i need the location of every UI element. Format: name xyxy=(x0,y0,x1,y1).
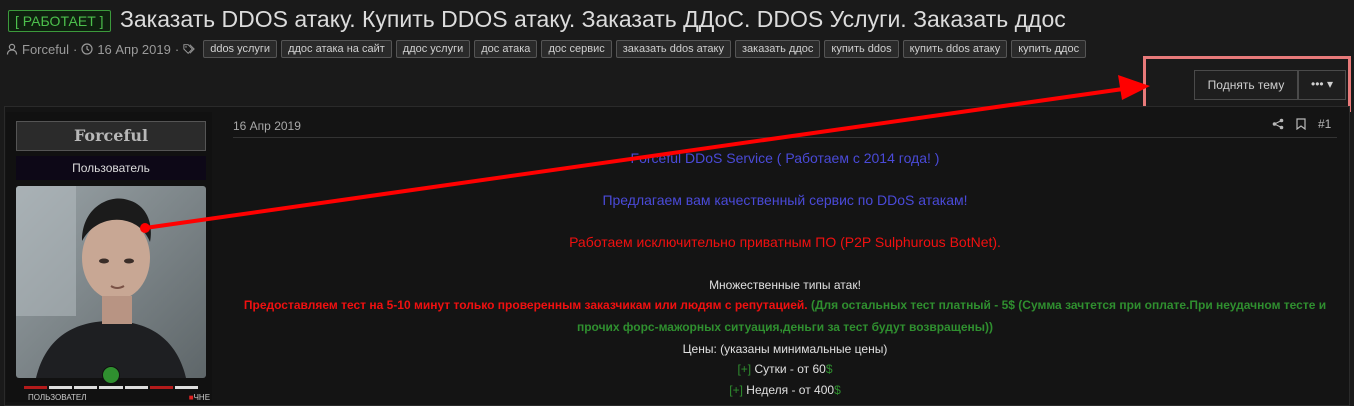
clock-icon xyxy=(81,43,93,55)
price-text: Сутки - от 60 xyxy=(751,362,826,376)
post-line: Множественные типы атак! xyxy=(709,278,861,292)
post-line: прочих форс-мажорных ситуация,деньги за … xyxy=(576,320,994,334)
userbar xyxy=(24,386,198,389)
user-icon xyxy=(6,43,18,55)
meta-separator: · xyxy=(174,41,180,57)
price-currency: $ xyxy=(825,362,833,376)
tag[interactable]: дос сервис xyxy=(541,40,612,58)
tag[interactable]: дос атака xyxy=(474,40,538,58)
price-text: Неделя - от 400 xyxy=(742,383,835,397)
online-status-icon xyxy=(102,366,120,384)
post-tools: #1 xyxy=(1272,117,1331,131)
tags-icon xyxy=(183,44,196,54)
share-icon[interactable] xyxy=(1272,118,1284,130)
tag[interactable]: купить ddos xyxy=(824,40,899,58)
post-line: Цены: (указаны минимальные цены) xyxy=(682,342,888,356)
more-dots-icon: ••• xyxy=(1311,77,1324,91)
user-title: Пользователь xyxy=(16,156,206,180)
post-line: Предлагаем вам качественный сервис по DD… xyxy=(602,192,968,208)
thread-meta: Forceful · 16 Апр 2019 · ddos услуги ддо… xyxy=(6,40,1087,58)
price-line: [+] Сутки - от 60$ xyxy=(233,362,1337,376)
post-number[interactable]: #1 xyxy=(1318,117,1331,131)
thread-date[interactable]: 16 Апр 2019 xyxy=(97,42,171,57)
tag[interactable]: ddos услуги xyxy=(203,40,278,58)
meta-separator: · xyxy=(72,41,78,57)
price-bullet: [+] xyxy=(737,362,752,376)
post-line-green: (Для остальных тест платный - 5$ (Сумма … xyxy=(807,298,1327,312)
avatar[interactable] xyxy=(16,186,206,378)
chevron-down-icon: ▾ xyxy=(1326,77,1333,91)
tag[interactable]: заказать ddos атаку xyxy=(615,40,731,58)
post-username[interactable]: Forceful xyxy=(16,121,206,151)
tag-list: ddos услуги ддос атака на сайт ддос услу… xyxy=(203,40,1087,58)
price-line: [+] Неделя - от 400$ xyxy=(233,383,1337,397)
price-bullet: [+] xyxy=(729,383,743,397)
page-title: Заказать DDOS атаку. Купить DDOS атаку. … xyxy=(120,6,1066,32)
price-currency: $ xyxy=(834,383,841,397)
divider xyxy=(233,137,1337,138)
tag[interactable]: купить ддос xyxy=(1011,40,1087,58)
bookmark-icon[interactable] xyxy=(1296,118,1306,130)
tag[interactable]: ддос услуги xyxy=(395,40,471,58)
thread-author[interactable]: Forceful xyxy=(22,42,69,57)
tag[interactable]: купить ddos атаку xyxy=(902,40,1008,58)
more-actions-button[interactable]: ••• ▾ xyxy=(1298,70,1346,100)
bump-thread-button[interactable]: Поднять тему xyxy=(1194,70,1298,100)
status-badge: [ РАБОТАЕТ ] xyxy=(8,10,111,32)
post-line: Работаем исключительно приватным ПО (P2P… xyxy=(569,234,1001,250)
avatar-photo xyxy=(16,186,206,378)
post-date[interactable]: 16 Апр 2019 xyxy=(233,119,301,133)
post-line: Предоставляем тест на 5-10 минут только … xyxy=(233,298,1337,312)
post-line-red: Предоставляем тест на 5-10 минут только … xyxy=(243,298,808,312)
tag[interactable]: заказать ддос xyxy=(734,40,821,58)
tag[interactable]: ддос атака на сайт xyxy=(281,40,392,58)
post-line: Forceful DDoS Service ( Работаем с 2014 … xyxy=(630,150,940,166)
